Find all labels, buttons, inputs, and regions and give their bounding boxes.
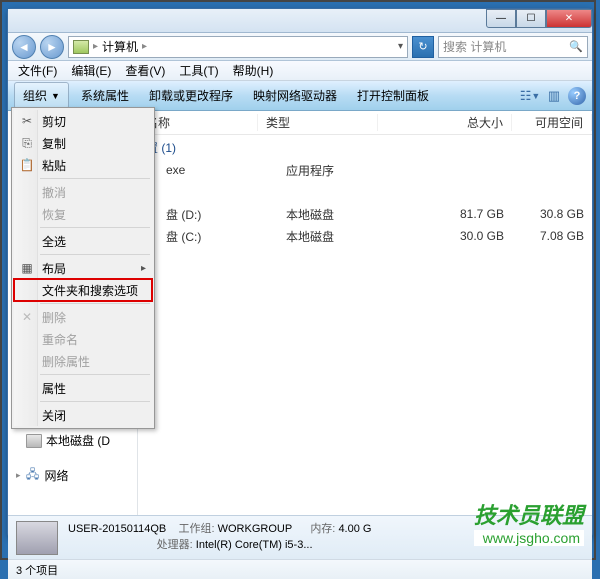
sidebar-item-network[interactable]: ▸ 🖧 网络 (8, 465, 137, 486)
list-item[interactable]: 盘 (D:) 本地磁盘 81.7 GB 30.8 GB (138, 203, 592, 225)
menu-cut[interactable]: ✂剪切 (14, 110, 152, 132)
view-options-button[interactable]: ☷ ▼ (520, 86, 540, 106)
uninstall-programs-button[interactable]: 卸载或更改程序 (141, 83, 241, 108)
column-headers: 名称 类型 总大小 可用空间 (138, 111, 592, 135)
minimize-button[interactable]: — (486, 9, 516, 28)
list-item[interactable]: 盘 (C:) 本地磁盘 30.0 GB 7.08 GB (138, 225, 592, 247)
menu-copy[interactable]: ⎘复制 (14, 132, 152, 154)
menu-properties[interactable]: 属性 (14, 377, 152, 399)
menu-folder-options[interactable]: 文件夹和搜索选项 (14, 279, 152, 301)
chevron-down-icon: ▼ (51, 91, 60, 101)
address-dropdown-icon[interactable]: ▾ (398, 41, 403, 52)
maximize-button[interactable]: ☐ (516, 9, 546, 28)
menu-paste[interactable]: 📋粘贴 (14, 154, 152, 176)
sidebar-item-drive-d[interactable]: 本地磁盘 (D (8, 430, 137, 451)
list-item[interactable]: exe 应用程序 (138, 159, 592, 181)
back-button[interactable]: ◄ (12, 35, 36, 59)
col-name[interactable]: 名称 (138, 114, 258, 131)
address-bar[interactable]: ▸ 计算机 ▸ ▾ (68, 36, 408, 58)
menu-layout[interactable]: ▦布局▸ (14, 257, 152, 279)
titlebar[interactable]: — ☐ ✕ (8, 9, 592, 33)
col-total[interactable]: 总大小 (412, 114, 512, 131)
forward-button[interactable]: ► (40, 35, 64, 59)
breadcrumb-sep-icon: ▸ (93, 41, 98, 52)
col-free[interactable]: 可用空间 (512, 114, 592, 131)
paste-icon: 📋 (18, 158, 36, 172)
menu-remove-props: 删除属性 (14, 350, 152, 372)
details-pane: USER-20150114QB 工作组: WORKGROUP 内存: 4.00 … (8, 515, 592, 559)
menu-edit[interactable]: 编辑(E) (65, 60, 117, 81)
map-network-drive-button[interactable]: 映射网络驱动器 (245, 83, 345, 108)
expand-icon[interactable]: ▸ (16, 470, 21, 481)
file-list: 名称 类型 总大小 可用空间 置 (1) exe 应用程序 盘 (D:) 本地磁… (138, 111, 592, 515)
menu-close[interactable]: 关闭 (14, 404, 152, 426)
search-placeholder: 搜索 计算机 (443, 38, 506, 55)
menu-help[interactable]: 帮助(H) (227, 60, 280, 81)
menu-view[interactable]: 查看(V) (119, 60, 171, 81)
help-button[interactable]: ? (568, 87, 586, 105)
cut-icon: ✂ (18, 114, 36, 128)
computer-icon (73, 40, 89, 54)
preview-pane-button[interactable]: ▥ (544, 86, 564, 106)
computer-name: USER-20150114QB (68, 523, 166, 535)
copy-icon: ⎘ (18, 136, 36, 151)
menu-delete: ✕删除 (14, 306, 152, 328)
drive-icon (26, 434, 42, 448)
organize-menu: ✂剪切 ⎘复制 📋粘贴 撤消 恢复 全选 ▦布局▸ 文件夹和搜索选项 ✕删除 重… (11, 107, 155, 429)
menu-undo: 撤消 (14, 181, 152, 203)
submenu-arrow-icon: ▸ (141, 263, 146, 274)
col-type[interactable]: 类型 (258, 114, 378, 131)
menu-redo: 恢复 (14, 203, 152, 225)
status-bar: 3 个项目 (8, 559, 592, 579)
menu-tools[interactable]: 工具(T) (173, 60, 224, 81)
menu-file[interactable]: 文件(F) (12, 60, 63, 81)
network-icon: 🖧 (25, 469, 41, 483)
open-control-panel-button[interactable]: 打开控制面板 (349, 83, 437, 108)
menu-bar: 文件(F) 编辑(E) 查看(V) 工具(T) 帮助(H) (8, 61, 592, 81)
system-properties-button[interactable]: 系统属性 (73, 83, 137, 108)
refresh-button[interactable]: ↻ (412, 36, 434, 58)
search-icon: 🔍 (569, 40, 583, 53)
breadcrumb-sep-icon: ▸ (142, 41, 147, 52)
menu-select-all[interactable]: 全选 (14, 230, 152, 252)
delete-icon: ✕ (18, 310, 36, 324)
breadcrumb-root[interactable]: 计算机 (102, 38, 138, 55)
search-input[interactable]: 搜索 计算机 🔍 (438, 36, 588, 58)
organize-button[interactable]: 组织 ▼ (14, 82, 69, 109)
menu-rename: 重命名 (14, 328, 152, 350)
close-button[interactable]: ✕ (546, 9, 592, 28)
computer-large-icon (16, 521, 58, 555)
group-header-devices[interactable]: 置 (1) (138, 135, 592, 159)
navigation-bar: ◄ ► ▸ 计算机 ▸ ▾ ↻ 搜索 计算机 🔍 (8, 33, 592, 61)
layout-icon: ▦ (18, 261, 36, 275)
